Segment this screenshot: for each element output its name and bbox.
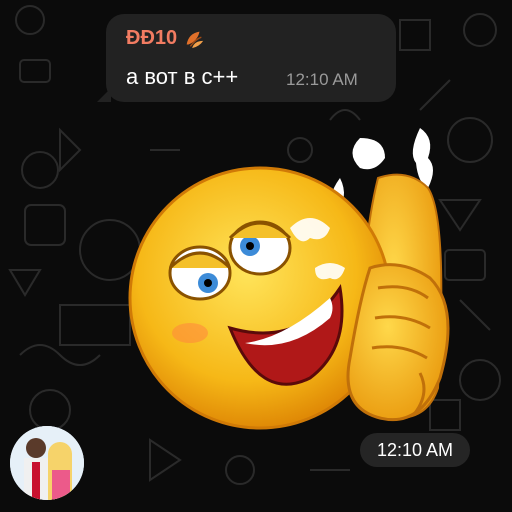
sticker-time: 12:10 AM <box>360 433 470 467</box>
sender-name[interactable]: ÐÐ10 <box>126 27 205 50</box>
sender-name-text[interactable]: ÐÐ10 <box>126 27 177 50</box>
avatar[interactable] <box>10 426 84 500</box>
message-text: а вот в с++ <box>126 64 239 89</box>
emoji-sticker[interactable] <box>120 118 450 438</box>
bubble-tail <box>97 88 111 102</box>
avatar-image <box>10 426 84 500</box>
leaf-icon <box>186 31 204 48</box>
message-bubble[interactable]: ÐÐ10 а вот в с++ 12:10 AM <box>97 14 396 102</box>
message-time: 12:10 AM <box>286 70 358 89</box>
